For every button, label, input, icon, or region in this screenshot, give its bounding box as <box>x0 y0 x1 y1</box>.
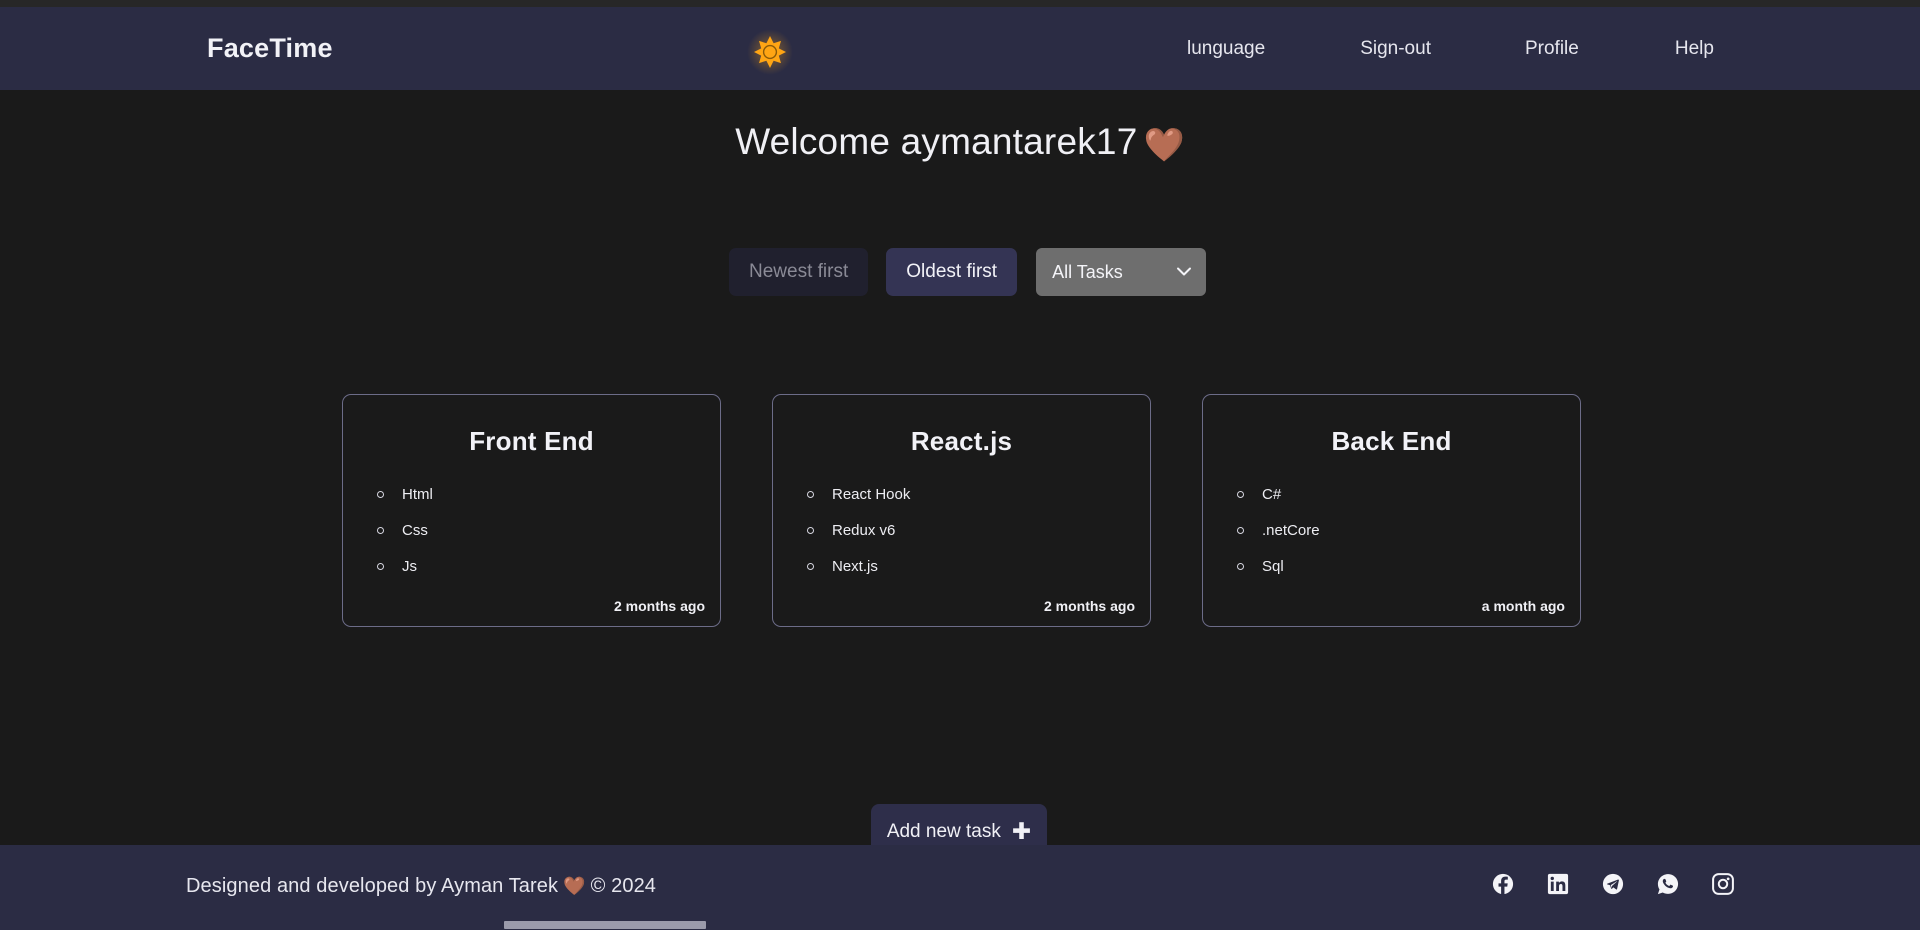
page-footer: Designed and developed by Ayman Tarek 🤎 © … <box>0 845 1920 930</box>
list-item-label: React Hook <box>832 486 911 503</box>
sort-oldest-first-button[interactable]: Oldest first <box>886 248 1018 296</box>
telegram-icon[interactable] <box>1602 873 1624 895</box>
task-card-title: Back End <box>1331 426 1452 456</box>
list-item: C# <box>1231 484 1580 520</box>
bullet-icon <box>807 491 814 498</box>
list-item-label: Html <box>402 486 433 503</box>
task-filter-wrapper: All Tasks <box>1036 248 1207 296</box>
list-item: Sql <box>1231 556 1580 592</box>
task-filter-select[interactable]: All Tasks <box>1036 248 1207 296</box>
list-item-label: Sql <box>1262 558 1284 575</box>
nav-link-profile[interactable]: Profile <box>1523 34 1581 64</box>
list-item: Redux v6 <box>801 520 1150 556</box>
list-item: React Hook <box>801 484 1150 520</box>
add-new-task-label: Add new task <box>886 820 1001 842</box>
sort-newest-first-button[interactable]: Newest first <box>729 248 869 296</box>
task-card-title: React.js <box>910 426 1013 456</box>
facebook-icon[interactable] <box>1492 873 1514 895</box>
nav-link-lunguage[interactable]: lunguage <box>1185 34 1267 64</box>
welcome-text: Welcome aymantarek17 <box>735 121 1138 162</box>
whatsapp-icon[interactable] <box>1657 873 1679 895</box>
list-item: Html <box>371 484 720 520</box>
task-card-timestamp: a month ago <box>1481 598 1565 614</box>
page-title: Welcome aymantarek17 🤎 <box>0 121 1920 165</box>
task-controls: Newest first Oldest first All Tasks <box>729 248 1207 296</box>
social-links <box>1492 873 1734 895</box>
list-item-label: .netCore <box>1262 522 1320 539</box>
sun-icon <box>754 36 786 68</box>
footer-credit-prefix: Designed and developed by Ayman Tarek <box>186 875 559 897</box>
task-card-items: Html Css Js <box>343 484 720 592</box>
theme-toggle-button[interactable] <box>747 29 793 75</box>
nav-links: lunguage Sign-out Profile Help <box>1185 7 1716 90</box>
window-top-strip <box>0 0 1920 7</box>
bullet-icon <box>1237 527 1244 534</box>
list-item-label: Js <box>402 558 417 575</box>
list-item-label: C# <box>1262 486 1282 503</box>
list-item: Js <box>371 556 720 592</box>
task-card-items: React Hook Redux v6 Next.js <box>773 484 1150 592</box>
task-card-timestamp: 2 months ago <box>1043 598 1135 614</box>
horizontal-scrollbar-track[interactable] <box>0 921 1920 930</box>
list-item-label: Redux v6 <box>832 522 896 539</box>
horizontal-scrollbar-thumb[interactable] <box>504 921 706 929</box>
list-item-label: Next.js <box>832 558 878 575</box>
main-content: Welcome aymantarek17 🤎 Newest first Oldes… <box>0 90 1920 859</box>
task-card-timestamp: 2 months ago <box>613 598 705 614</box>
bullet-icon <box>807 527 814 534</box>
bullet-icon <box>377 563 384 570</box>
footer-credit-suffix: © 2024 <box>590 875 657 897</box>
brand-logo[interactable]: FaceTime <box>207 33 333 64</box>
list-item: Css <box>371 520 720 556</box>
top-navbar: FaceTime lunguage Sign-out Profile Help <box>0 7 1920 90</box>
task-card-items: C# .netCore Sql <box>1203 484 1580 592</box>
task-card[interactable]: React.js React Hook Redux v6 Next.js 2 m… <box>772 394 1151 627</box>
nav-link-help[interactable]: Help <box>1673 34 1716 64</box>
task-card-list: Front End Html Css Js 2 months ago React… <box>342 394 1581 627</box>
task-card[interactable]: Front End Html Css Js 2 months ago <box>342 394 721 627</box>
nav-link-sign-out[interactable]: Sign-out <box>1358 34 1433 64</box>
bullet-icon <box>1237 491 1244 498</box>
list-item: .netCore <box>1231 520 1580 556</box>
bullet-icon <box>377 527 384 534</box>
footer-credit: Designed and developed by Ayman Tarek 🤎 © … <box>186 875 656 898</box>
bullet-icon <box>377 491 384 498</box>
task-card-title: Front End <box>469 426 594 456</box>
bullet-icon <box>807 563 814 570</box>
list-item-label: Css <box>402 522 428 539</box>
instagram-icon[interactable] <box>1712 873 1734 895</box>
bullet-icon <box>1237 563 1244 570</box>
task-card[interactable]: Back End C# .netCore Sql a month ago <box>1202 394 1581 627</box>
brown-heart-icon: 🤎 <box>563 876 586 896</box>
linkedin-icon[interactable] <box>1547 873 1569 895</box>
brown-heart-icon: 🤎 <box>1143 126 1185 163</box>
plus-icon: ✚ <box>1011 818 1032 844</box>
list-item: Next.js <box>801 556 1150 592</box>
